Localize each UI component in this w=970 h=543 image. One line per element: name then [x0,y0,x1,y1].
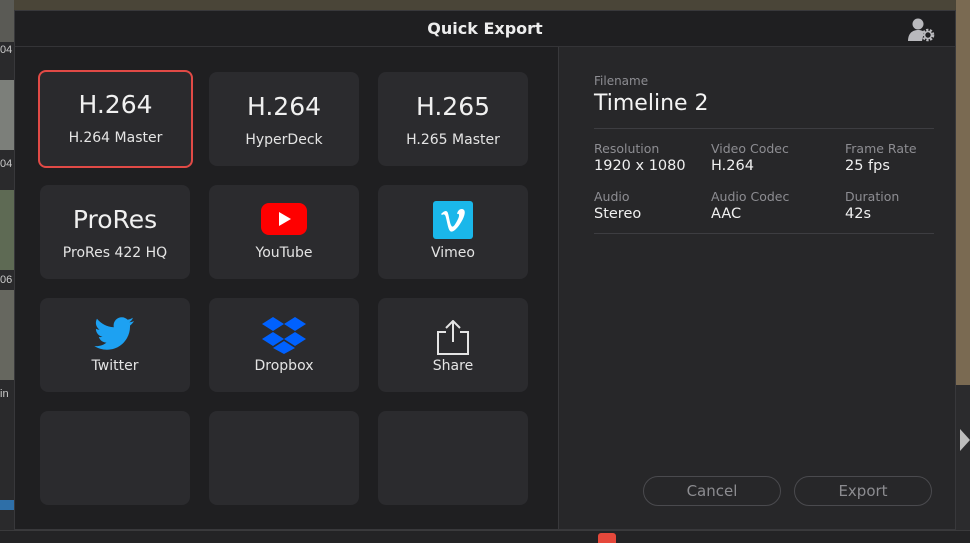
preset-youtube[interactable]: YouTube [209,185,359,279]
preset-prores-422-hq[interactable]: ProRes ProRes 422 HQ [40,185,190,279]
cancel-button[interactable]: Cancel [643,476,781,506]
preset-vimeo[interactable]: Vimeo [378,185,528,279]
export-details-panel: Filename Timeline 2 Resolution 1920 x 10… [558,47,955,529]
audio-codec-label: Audio Codec [711,189,790,204]
frame-rate-value: 25 fps [845,158,890,174]
preset-twitter[interactable]: Twitter [40,298,190,392]
preset-label: Vimeo [431,245,475,261]
clip-thumbnail [0,0,14,42]
share-icon [437,320,469,355]
user-settings-button[interactable] [907,17,937,43]
clip-timecode: 04 [0,44,13,56]
timeline-ruler [0,530,970,543]
preset-share[interactable]: Share [378,298,528,392]
divider [594,233,934,234]
dialog-titlebar: Quick Export [15,11,955,47]
preset-h264-master[interactable]: H.264 H.264 Master [38,70,193,168]
audio-codec-value: AAC [711,206,742,222]
resolution-value: 1920 x 1080 [594,158,686,174]
filename-value: Timeline 2 [594,91,709,116]
video-codec-value: H.264 [711,158,754,174]
vimeo-icon [433,201,473,239]
preset-label: Dropbox [254,358,314,374]
preset-label: YouTube [255,245,313,261]
quick-export-dialog: Quick Export H.264 H.264 Master H.264 Hy… [14,10,956,530]
clip-thumbnail [0,290,14,380]
clip-timecode: 04 [0,158,13,170]
empty-preset-slot [378,411,528,505]
empty-preset-slot [209,411,359,505]
user-gear-icon [908,18,935,42]
viewer-image-edge [956,0,970,385]
preset-dropbox[interactable]: Dropbox [209,298,359,392]
preset-h265-master[interactable]: H.265 H.265 Master [378,72,528,166]
preset-label: Twitter [91,358,139,374]
timeline-track [0,500,14,510]
export-button[interactable]: Export [794,476,932,506]
video-codec-label: Video Codec [711,141,789,156]
preset-format: H.265 [415,92,491,121]
duration-label: Duration [845,189,900,204]
twitter-icon [94,317,134,350]
filename-label: Filename [594,74,649,88]
preset-label: Share [432,358,474,374]
clip-timecode: 06 [0,274,13,286]
dropbox-icon [262,317,306,354]
frame-rate-label: Frame Rate [845,141,917,156]
viewer-top-strip [14,0,956,10]
youtube-icon [261,203,307,235]
preset-label: H.264 Master [68,130,163,146]
empty-preset-slot [40,411,190,505]
dialog-title: Quick Export [427,19,543,38]
viewer-controls-edge [956,385,970,543]
preset-format: H.264 [78,90,153,119]
clip-thumbnail [0,190,14,270]
preset-label: HyperDeck [245,132,323,148]
preset-label: ProRes 422 HQ [62,245,168,261]
preset-format: ProRes [72,205,158,234]
preset-grid: H.264 H.264 Master H.264 HyperDeck H.265… [15,47,558,529]
preset-format: H.264 [246,92,322,121]
divider [594,128,934,129]
duration-value: 42s [845,206,872,222]
audio-value: Stereo [594,206,642,222]
timeline-playhead[interactable] [598,533,616,543]
clip-timecode: in [0,388,9,400]
preset-hyperdeck[interactable]: H.264 HyperDeck [209,72,359,166]
preset-label: H.265 Master [406,132,500,148]
resolution-label: Resolution [594,141,660,156]
clip-thumbnail [0,80,14,150]
audio-label: Audio [594,189,630,204]
play-icon[interactable] [958,425,970,455]
